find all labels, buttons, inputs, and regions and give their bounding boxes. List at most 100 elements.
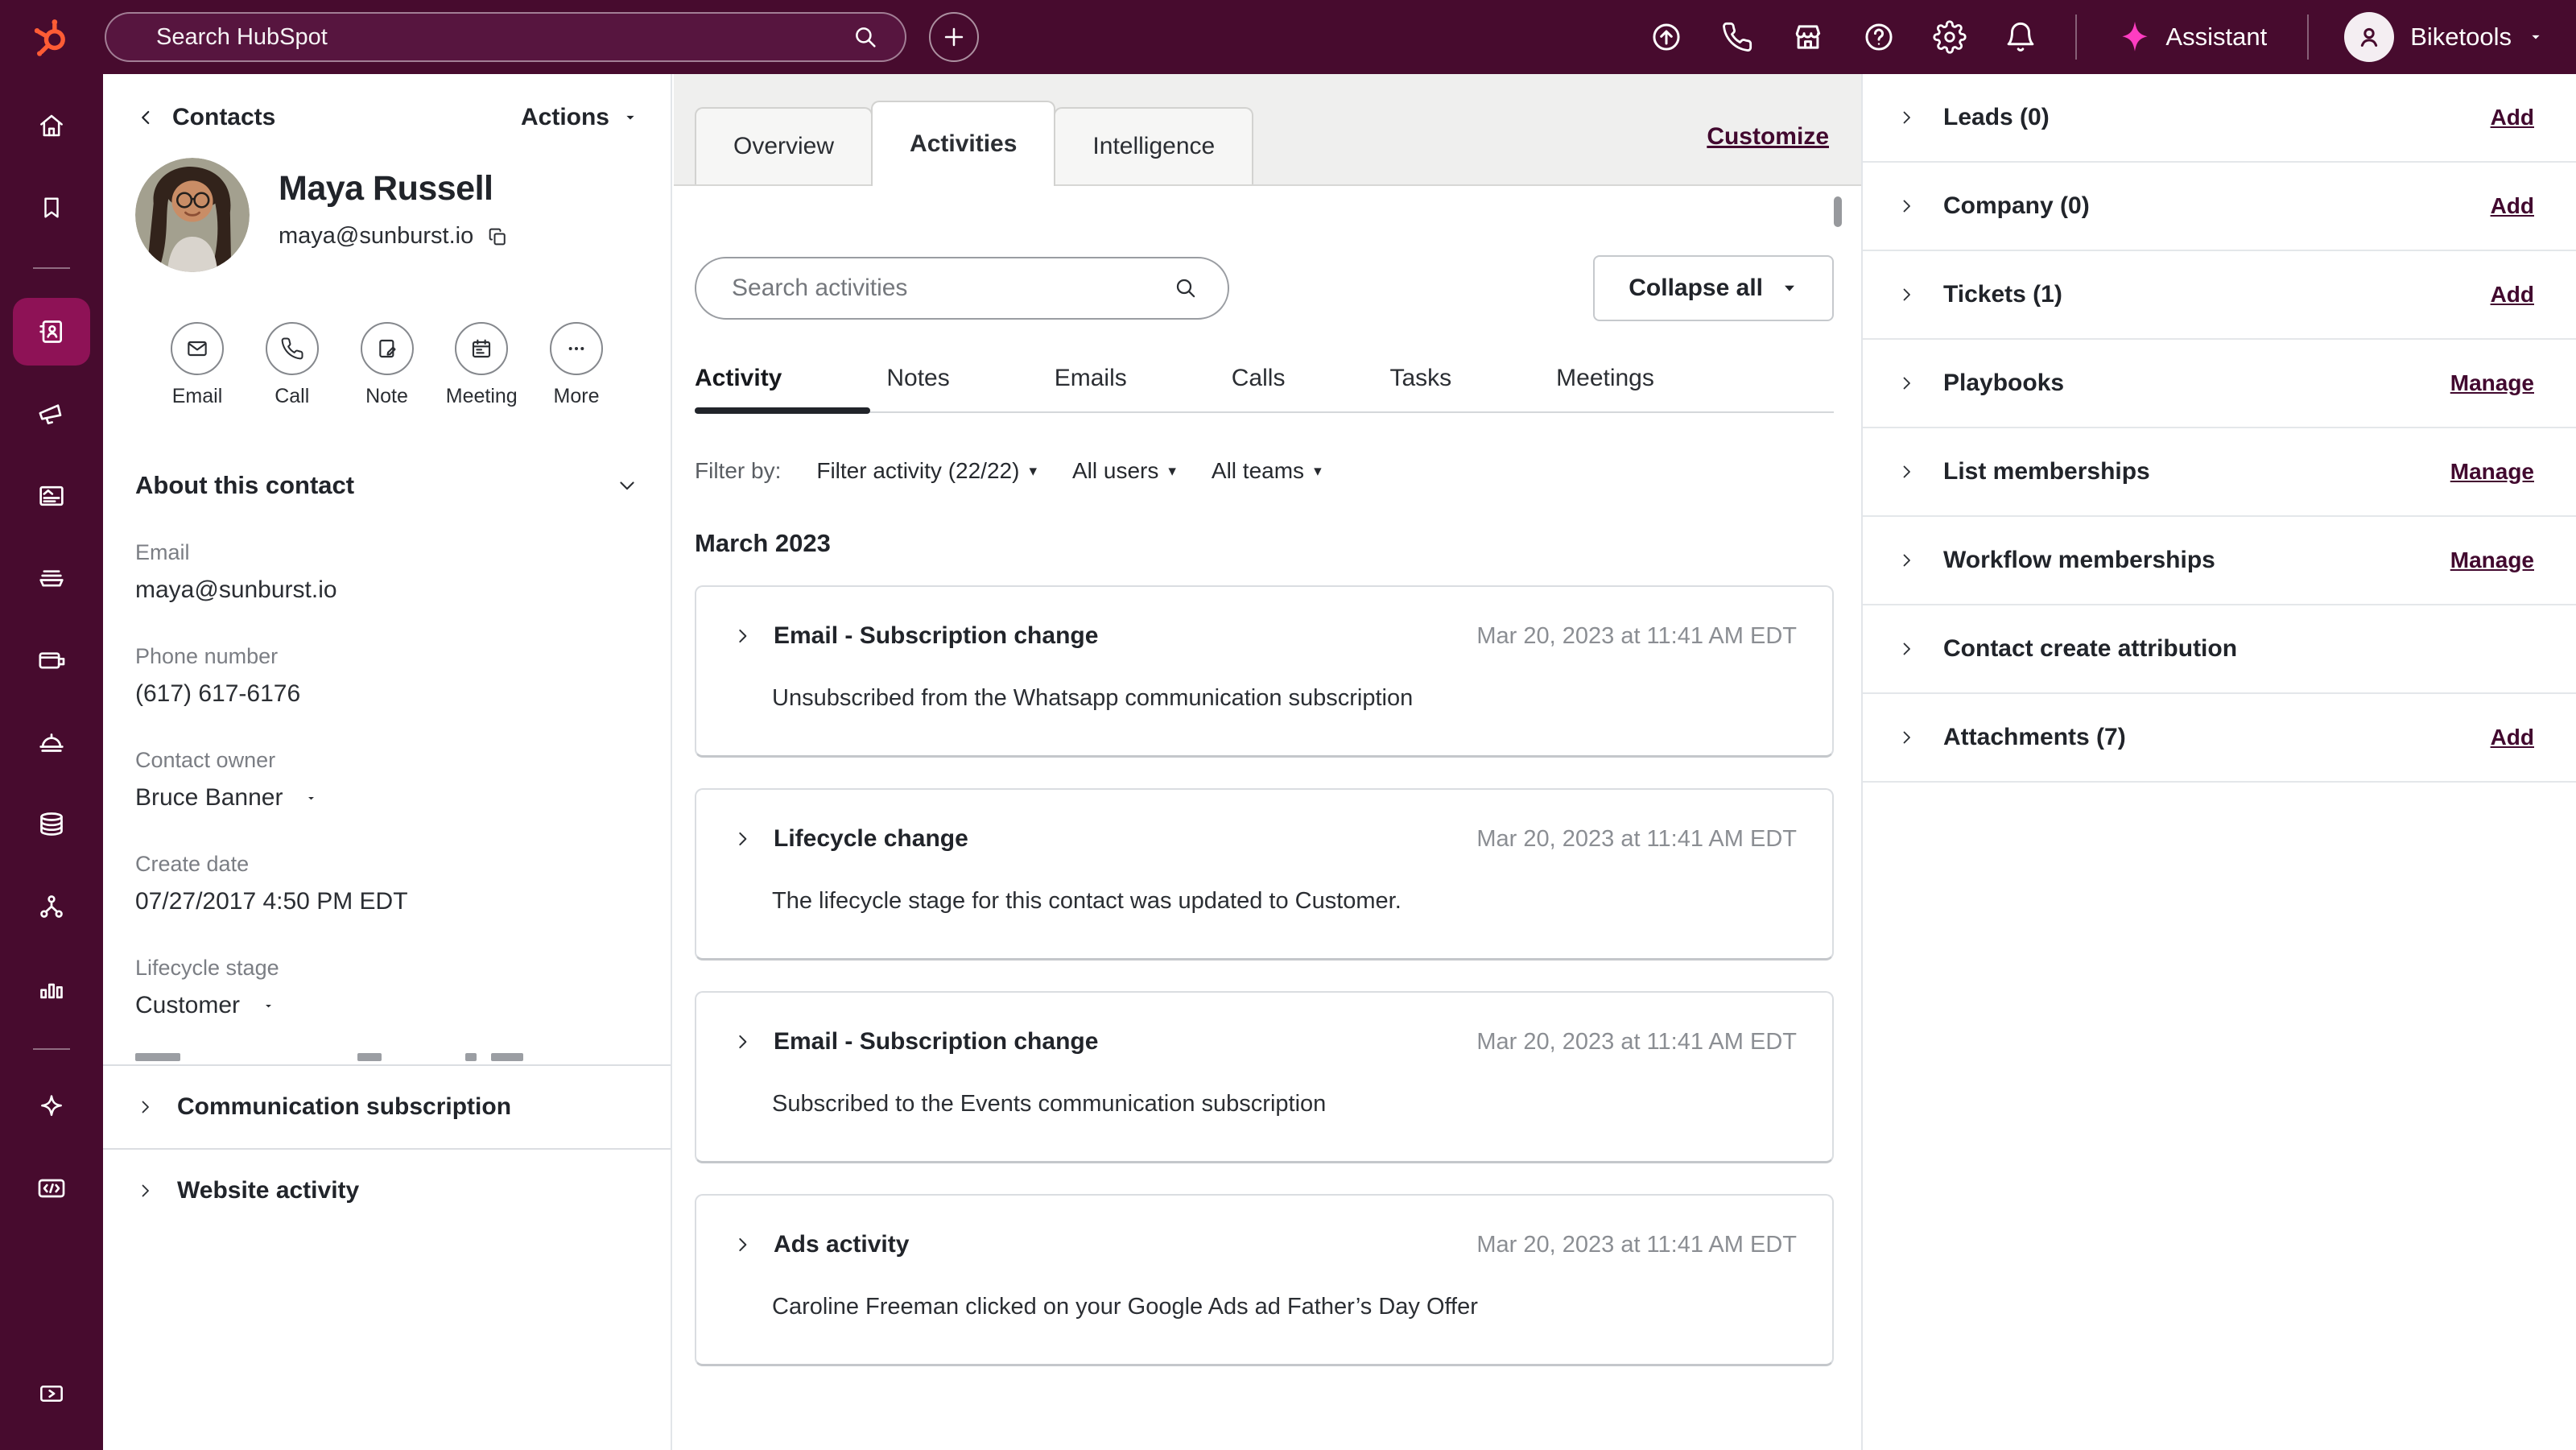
- activity-search-input[interactable]: [696, 258, 1228, 318]
- topbar-right-cluster: Assistant Biketools: [1631, 12, 2544, 62]
- global-search-input[interactable]: [106, 14, 905, 60]
- tab-intelligence[interactable]: Intelligence: [1054, 107, 1254, 184]
- actions-dropdown[interactable]: Actions: [521, 104, 638, 131]
- chevron-right-icon[interactable]: [1897, 728, 1916, 747]
- dropdown-caret-icon[interactable]: [262, 1000, 275, 1012]
- home-icon[interactable]: [24, 98, 79, 153]
- field-value[interactable]: 07/27/2017 4:50 PM EDT: [135, 888, 408, 915]
- add-link[interactable]: Add: [2491, 105, 2534, 130]
- chevron-right-icon[interactable]: [1897, 551, 1916, 570]
- filter-activity-dropdown[interactable]: Filter activity (22/22) ▾: [816, 458, 1037, 484]
- chevron-right-icon[interactable]: [1897, 462, 1916, 481]
- copy-icon[interactable]: [486, 225, 509, 248]
- panel-row-label: Attachments (7): [1943, 724, 2126, 750]
- field-value[interactable]: (617) 617-6176: [135, 680, 300, 708]
- tab-activities[interactable]: Activities: [871, 101, 1056, 186]
- assistant-button[interactable]: Assistant: [2096, 16, 2288, 58]
- global-search: [105, 12, 906, 62]
- chevron-right-icon[interactable]: [1897, 374, 1916, 393]
- section-toggle[interactable]: Website activity: [103, 1150, 671, 1232]
- activity-subtabs: Activity Notes Emails Calls Tasks Meetin…: [695, 365, 1834, 392]
- calling-icon[interactable]: [1702, 12, 1773, 62]
- chevron-right-icon[interactable]: [1897, 108, 1916, 127]
- add-link[interactable]: Add: [2491, 193, 2534, 219]
- expand-panel-icon[interactable]: [24, 1366, 79, 1421]
- chevron-right-icon[interactable]: [732, 828, 753, 849]
- marketplace-icon[interactable]: [1773, 12, 1843, 62]
- search-icon[interactable]: [852, 23, 879, 51]
- meeting-quick-action[interactable]: Meeting: [437, 322, 526, 408]
- quick-action-label: Meeting: [445, 385, 518, 407]
- settings-icon[interactable]: [1914, 12, 1985, 62]
- ai-icon[interactable]: [24, 1079, 79, 1134]
- chevron-right-icon[interactable]: [732, 1031, 753, 1052]
- commerce-icon[interactable]: [24, 551, 79, 605]
- chevron-down-icon[interactable]: [616, 474, 638, 497]
- back-to-contacts-link[interactable]: Contacts: [135, 104, 275, 131]
- bookmarks-icon[interactable]: [24, 180, 79, 235]
- developer-icon[interactable]: [24, 1161, 79, 1216]
- upgrade-icon[interactable]: [1631, 12, 1702, 62]
- panel-row-label: Leads (0): [1943, 104, 2050, 130]
- tab-overview[interactable]: Overview: [695, 107, 873, 184]
- field-contact-owner: Contact owner Bruce Banner: [135, 748, 638, 812]
- contacts-icon[interactable]: [13, 298, 90, 366]
- field-value[interactable]: Bruce Banner: [135, 784, 283, 812]
- more-quick-action[interactable]: More: [532, 322, 621, 408]
- activity-title[interactable]: Lifecycle change: [774, 825, 968, 853]
- chevron-right-icon[interactable]: [732, 1234, 753, 1255]
- field-value[interactable]: maya@sunburst.io: [135, 576, 337, 604]
- data-icon[interactable]: [24, 797, 79, 852]
- dropdown-caret-icon[interactable]: [305, 792, 317, 804]
- activity-title[interactable]: Email - Subscription change: [774, 1028, 1098, 1055]
- record-tabstrip: Overview Activities Intelligence Customi…: [674, 74, 1861, 186]
- clipped-field-remnant: [103, 1053, 671, 1064]
- notifications-icon[interactable]: [1985, 12, 2056, 62]
- customize-link[interactable]: Customize: [1707, 123, 1829, 151]
- note-quick-action[interactable]: Note: [343, 322, 431, 408]
- record-main-column: Overview Activities Intelligence Customi…: [674, 74, 1861, 1450]
- subtab-tasks[interactable]: Tasks: [1389, 365, 1451, 392]
- subtab-notes[interactable]: Notes: [886, 365, 949, 392]
- chevron-right-icon[interactable]: [1897, 639, 1916, 659]
- top-navigation-bar: Assistant Biketools: [0, 0, 2576, 74]
- email-quick-action[interactable]: Email: [153, 322, 242, 408]
- manage-link[interactable]: Manage: [2450, 459, 2534, 485]
- manage-link[interactable]: Manage: [2450, 547, 2534, 573]
- field-value[interactable]: Customer: [135, 992, 240, 1019]
- collapse-all-button[interactable]: Collapse all: [1593, 255, 1834, 321]
- quick-action-label: Call: [275, 385, 310, 407]
- payments-icon[interactable]: [24, 633, 79, 688]
- subtab-activity[interactable]: Activity: [695, 365, 782, 392]
- add-link[interactable]: Add: [2491, 282, 2534, 308]
- account-menu[interactable]: Biketools: [2328, 12, 2544, 62]
- chevron-right-icon[interactable]: [1897, 196, 1916, 216]
- create-button[interactable]: [929, 12, 979, 62]
- automations-icon[interactable]: [24, 879, 79, 934]
- content-icon[interactable]: [24, 469, 79, 523]
- filter-users-dropdown[interactable]: All users ▾: [1072, 458, 1176, 484]
- search-icon: [1173, 275, 1199, 301]
- subtab-emails[interactable]: Emails: [1055, 365, 1127, 392]
- activity-title[interactable]: Email - Subscription change: [774, 622, 1098, 650]
- help-icon[interactable]: [1843, 12, 1914, 62]
- contact-email[interactable]: maya@sunburst.io: [279, 223, 473, 250]
- scrollbar-thumb[interactable]: [1834, 196, 1842, 227]
- subtab-meetings[interactable]: Meetings: [1556, 365, 1654, 392]
- section-toggle[interactable]: Communication subscription: [103, 1066, 671, 1148]
- call-quick-action[interactable]: Call: [248, 322, 336, 408]
- manage-link[interactable]: Manage: [2450, 370, 2534, 396]
- activity-title[interactable]: Ads activity: [774, 1231, 909, 1258]
- marketing-icon[interactable]: [24, 386, 79, 441]
- reporting-icon[interactable]: [24, 961, 79, 1016]
- field-email: Email maya@sunburst.io: [135, 540, 638, 604]
- hubspot-logo-icon[interactable]: [27, 14, 72, 60]
- service-icon[interactable]: [24, 715, 79, 770]
- subtab-calls[interactable]: Calls: [1232, 365, 1286, 392]
- chevron-right-icon[interactable]: [1897, 285, 1916, 304]
- chevron-right-icon[interactable]: [732, 626, 753, 647]
- filter-prefix: Filter by:: [695, 458, 782, 483]
- filter-teams-dropdown[interactable]: All teams ▾: [1212, 458, 1322, 484]
- panel-row-label: Company (0): [1943, 192, 2090, 219]
- add-link[interactable]: Add: [2491, 725, 2534, 750]
